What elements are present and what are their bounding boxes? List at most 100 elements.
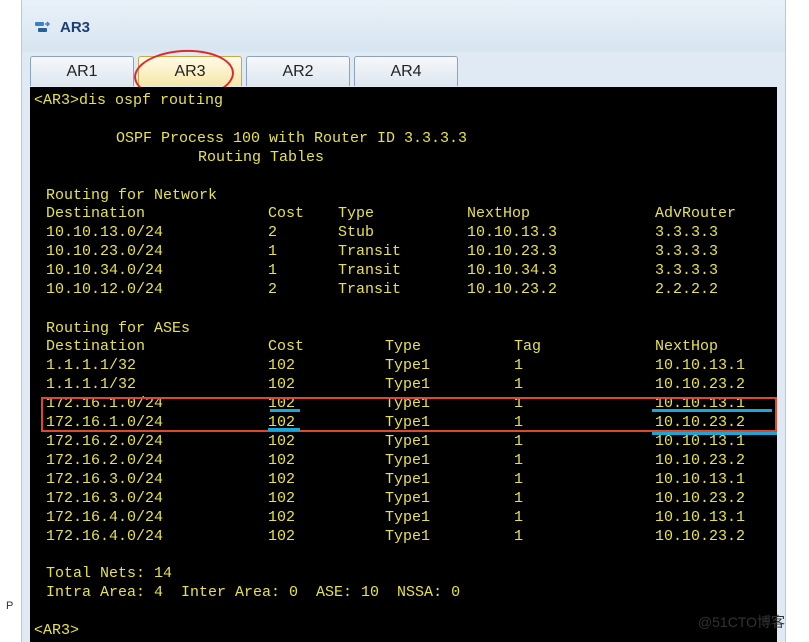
ase-table-header-2: Type xyxy=(385,338,422,355)
network-table-row-1-cell-0: 10.10.23.0/24 xyxy=(46,243,164,260)
network-table-header-3: NextHop xyxy=(467,205,531,222)
network-table-row-1-cell-4: 3.3.3.3 xyxy=(655,243,719,260)
network-table-row-0-cell-2: Stub xyxy=(338,224,375,241)
ase-table-row-1-cell-3: 1 xyxy=(514,376,524,393)
ase-table-row-6-cell-4: 10.10.13.1 xyxy=(655,471,746,488)
window-title: AR3 xyxy=(60,19,91,36)
ase-table-row-5-cell-4: 10.10.23.2 xyxy=(655,452,746,469)
ase-table-row-7-cell-2: Type1 xyxy=(385,490,431,507)
network-table-header-1: Cost xyxy=(268,205,305,222)
ase-table-row-3-cell-2: Type1 xyxy=(385,414,431,431)
ase-table-row-2-cell-0: 172.16.1.0/24 xyxy=(46,395,164,412)
network-table-row-2-cell-2: Transit xyxy=(338,262,402,279)
network-table-row-3-cell-0: 10.10.12.0/24 xyxy=(46,281,164,298)
network-table-row-3-cell-4: 2.2.2.2 xyxy=(655,281,719,298)
ase-table-row-5-cell-1: 102 xyxy=(268,452,296,469)
ase-table-header-1: Cost xyxy=(268,338,305,355)
network-table-row-1-cell-2: Transit xyxy=(338,243,402,260)
ase-table-row-1-cell-0: 1.1.1.1/32 xyxy=(46,376,137,393)
ase-table-row-6-cell-0: 172.16.3.0/24 xyxy=(46,471,164,488)
router-console-window: AR3 AR1 AR3 AR2 AR4 <AR3>dis ospf routin… xyxy=(21,0,786,642)
ase-table-row-7-cell-4: 10.10.23.2 xyxy=(655,490,746,507)
ase-table-row-9-cell-4: 10.10.23.2 xyxy=(655,528,746,545)
ase-table-row-7-cell-0: 172.16.3.0/24 xyxy=(46,490,164,507)
prompt-end: <AR3> xyxy=(34,622,80,639)
ase-table-row-8-cell-0: 172.16.4.0/24 xyxy=(46,509,164,526)
ase-table-row-4-cell-3: 1 xyxy=(514,433,524,450)
ase-section-title: Routing for ASEs xyxy=(46,320,191,337)
device-tab-bar: AR1 AR3 AR2 AR4 xyxy=(22,52,785,86)
ase-table-row-3-cell-0: 172.16.1.0/24 xyxy=(46,414,164,431)
command-line: <AR3>dis ospf routing xyxy=(34,92,224,109)
ase-table-row-0-cell-0: 1.1.1.1/32 xyxy=(46,357,137,374)
tab-ar2[interactable]: AR2 xyxy=(246,56,350,86)
network-section-title: Routing for Network xyxy=(46,187,218,204)
ase-table-row-7-cell-1: 102 xyxy=(268,490,296,507)
routing-tables-header: Routing Tables xyxy=(198,149,325,166)
title-bar: AR3 xyxy=(22,0,785,52)
network-table-row-0-cell-3: 10.10.13.3 xyxy=(467,224,558,241)
ase-table-row-4-cell-2: Type1 xyxy=(385,433,431,450)
terminal-output[interactable]: <AR3>dis ospf routing OSPF Process 100 w… xyxy=(30,87,777,642)
ase-table-row-3-cell-3: 1 xyxy=(514,414,524,431)
ase-table-row-6-cell-1: 102 xyxy=(268,471,296,488)
edge-text: P xyxy=(6,600,14,612)
ase-table-row-1-cell-2: Type1 xyxy=(385,376,431,393)
ase-table-row-9-cell-1: 102 xyxy=(268,528,296,545)
network-table-row-1-cell-3: 10.10.23.3 xyxy=(467,243,558,260)
tab-ar3[interactable]: AR3 xyxy=(138,56,242,86)
network-table-row-3-cell-2: Transit xyxy=(338,281,402,298)
ase-table-row-8-cell-3: 1 xyxy=(514,509,524,526)
tab-ar4[interactable]: AR4 xyxy=(354,56,458,86)
nexthop-underline-annotation xyxy=(652,409,772,412)
network-table-header-4: AdvRouter xyxy=(655,205,737,222)
ase-table-row-4-cell-1: 102 xyxy=(268,433,296,450)
ase-table-row-3-cell-4: 10.10.23.2 xyxy=(655,414,746,431)
ase-table-row-0-cell-3: 1 xyxy=(514,357,524,374)
network-table-row-2-cell-4: 3.3.3.3 xyxy=(655,262,719,279)
network-table-row-0-cell-1: 2 xyxy=(268,224,278,241)
network-table-header-0: Destination xyxy=(46,205,146,222)
ase-table-header-4: NextHop xyxy=(655,338,719,355)
ase-table-row-9-cell-0: 172.16.4.0/24 xyxy=(46,528,164,545)
ase-table-header-0: Destination xyxy=(46,338,146,355)
ase-table-row-6-cell-2: Type1 xyxy=(385,471,431,488)
ase-table-row-9-cell-2: Type1 xyxy=(385,528,431,545)
ase-table-row-0-cell-1: 102 xyxy=(268,357,296,374)
network-table-row-0-cell-0: 10.10.13.0/24 xyxy=(46,224,164,241)
ase-table-row-6-cell-3: 1 xyxy=(514,471,524,488)
router-app-icon xyxy=(35,21,50,32)
ase-table-row-9-cell-3: 1 xyxy=(514,528,524,545)
network-table-row-2-cell-0: 10.10.34.0/24 xyxy=(46,262,164,279)
ase-table-row-1-cell-1: 102 xyxy=(268,376,296,393)
ase-table-row-2-cell-2: Type1 xyxy=(385,395,431,412)
ase-table-row-8-cell-4: 10.10.13.1 xyxy=(655,509,746,526)
ase-table-row-0-cell-2: Type1 xyxy=(385,357,431,374)
cost-underline-annotation xyxy=(270,409,300,412)
network-table-row-0-cell-4: 3.3.3.3 xyxy=(655,224,719,241)
ase-table-row-2-cell-3: 1 xyxy=(514,395,524,412)
ase-table-row-5-cell-0: 172.16.2.0/24 xyxy=(46,452,164,469)
network-table-row-3-cell-1: 2 xyxy=(268,281,278,298)
ase-table-row-0-cell-4: 10.10.13.1 xyxy=(655,357,746,374)
ase-table-header-3: Tag xyxy=(514,338,542,355)
ase-table-row-5-cell-2: Type1 xyxy=(385,452,431,469)
network-table-row-1-cell-1: 1 xyxy=(268,243,278,260)
ase-table-row-4-cell-0: 172.16.2.0/24 xyxy=(46,433,164,450)
total-nets: Total Nets: 14 xyxy=(46,565,173,582)
network-table-row-3-cell-3: 10.10.23.2 xyxy=(467,281,558,298)
tab-ar1[interactable]: AR1 xyxy=(30,56,134,86)
nexthop-underline-annotation-2 xyxy=(652,432,777,435)
ospf-header: OSPF Process 100 with Router ID 3.3.3.3 xyxy=(116,130,468,147)
ase-table-row-4-cell-4: 10.10.13.1 xyxy=(655,433,746,450)
ase-table-row-8-cell-1: 102 xyxy=(268,509,296,526)
watermark: @51CTO博客 xyxy=(697,614,785,630)
network-table-header-2: Type xyxy=(338,205,375,222)
ase-table-row-8-cell-2: Type1 xyxy=(385,509,431,526)
area-summary: Intra Area: 4 Inter Area: 0 ASE: 10 NSSA… xyxy=(46,584,461,601)
network-table-row-2-cell-1: 1 xyxy=(268,262,278,279)
cost-underline-annotation-2 xyxy=(268,428,300,431)
ase-table-row-7-cell-3: 1 xyxy=(514,490,524,507)
network-table-row-2-cell-3: 10.10.34.3 xyxy=(467,262,558,279)
ase-table-row-5-cell-3: 1 xyxy=(514,452,524,469)
